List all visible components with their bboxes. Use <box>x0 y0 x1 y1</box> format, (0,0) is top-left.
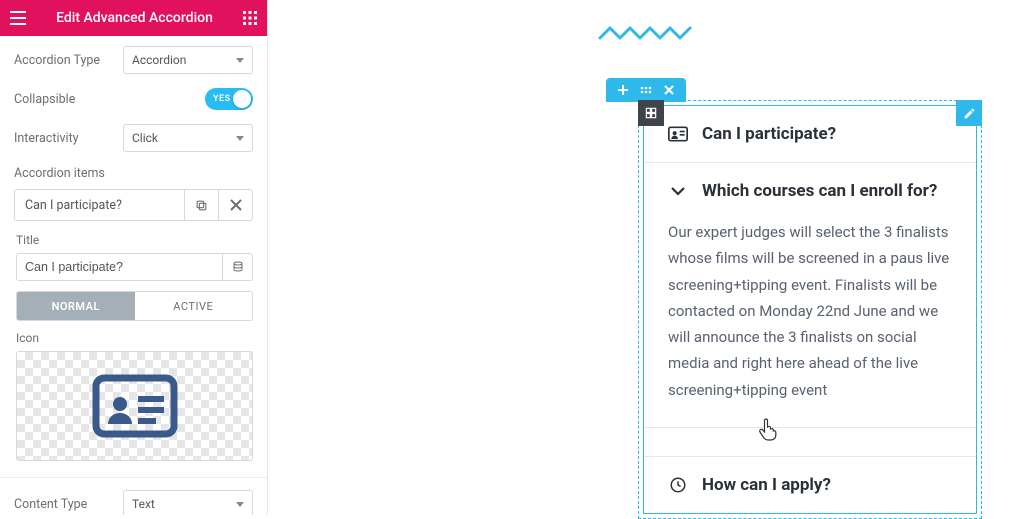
interactivity-label: Interactivity <box>14 131 79 146</box>
section-toolbar[interactable] <box>606 78 686 102</box>
accordion-items-label: Accordion items <box>14 166 253 181</box>
duplicate-button[interactable] <box>184 190 218 220</box>
tab-normal[interactable]: NORMAL <box>17 292 135 320</box>
accordion-item-name[interactable]: Can I participate? <box>15 190 184 220</box>
content-type-select[interactable]: Text <box>123 490 253 515</box>
accordion-item-2: Which courses can I enroll for? Our expe… <box>644 162 976 428</box>
content-type-label: Content Type <box>14 497 87 512</box>
accordion-widget: Can I participate? Which courses can I e… <box>643 105 977 514</box>
widget-drag-handle[interactable] <box>638 100 664 126</box>
accordion-item-row: Can I participate? <box>14 189 253 221</box>
editor-sidebar: Edit Advanced Accordion Accordion Type A… <box>0 0 268 515</box>
remove-section-icon[interactable] <box>664 85 674 95</box>
content-type-value: Text <box>132 497 155 511</box>
accordion-gap <box>644 428 976 456</box>
accordion-title-3: How can I apply? <box>702 475 831 495</box>
toggle-knob <box>233 90 251 108</box>
accordion-item-1: Can I participate? <box>644 106 976 162</box>
preview-canvas: Can I participate? Which courses can I e… <box>268 0 1024 515</box>
divider <box>0 477 267 478</box>
accordion-title-1: Can I participate? <box>702 124 836 144</box>
state-tabs: NORMAL ACTIVE <box>16 291 253 321</box>
title-label: Title <box>16 233 253 247</box>
tab-active[interactable]: ACTIVE <box>135 292 253 320</box>
id-card-icon <box>668 126 688 142</box>
chevron-down-icon <box>668 186 688 196</box>
clock-icon <box>668 476 688 494</box>
accordion-item-3: How can I apply? <box>644 456 976 513</box>
sidebar-header: Edit Advanced Accordion <box>0 0 267 36</box>
collapsible-label: Collapsible <box>14 92 75 107</box>
accordion-type-value: Accordion <box>132 53 186 67</box>
apps-icon[interactable] <box>243 11 257 25</box>
chevron-down-icon <box>236 502 244 507</box>
menu-icon[interactable] <box>10 11 26 25</box>
accordion-title-2: Which courses can I enroll for? <box>702 181 937 201</box>
title-input[interactable] <box>16 253 223 281</box>
accordion-header-3[interactable]: How can I apply? <box>644 456 976 513</box>
section-outline: Can I participate? Which courses can I e… <box>638 100 982 519</box>
collapsible-toggle[interactable]: YES <box>205 88 253 110</box>
accordion-type-label: Accordion Type <box>14 53 100 68</box>
accordion-type-select[interactable]: Accordion <box>123 46 253 74</box>
interactivity-value: Click <box>132 131 158 145</box>
sidebar-title: Edit Advanced Accordion <box>56 10 213 26</box>
toggle-yes-text: YES <box>213 94 231 104</box>
dynamic-tags-button[interactable] <box>223 253 253 281</box>
drag-section-icon[interactable] <box>640 86 652 94</box>
widget-edit-handle[interactable] <box>956 100 982 126</box>
chevron-down-icon <box>236 136 244 141</box>
accordion-header-1[interactable]: Can I participate? <box>644 106 976 162</box>
interactivity-select[interactable]: Click <box>123 124 253 152</box>
divider-zigzag-icon <box>598 24 694 42</box>
icon-label: Icon <box>16 331 253 345</box>
delete-button[interactable] <box>218 190 252 220</box>
sidebar-body: Accordion Type Accordion Collapsible YES… <box>0 36 267 515</box>
accordion-body-2: Our expert judges will select the 3 fina… <box>644 219 976 428</box>
accordion-header-2[interactable]: Which courses can I enroll for? <box>644 162 976 219</box>
icon-picker[interactable] <box>16 351 253 461</box>
chevron-down-icon <box>236 58 244 63</box>
add-section-icon[interactable] <box>618 85 628 95</box>
